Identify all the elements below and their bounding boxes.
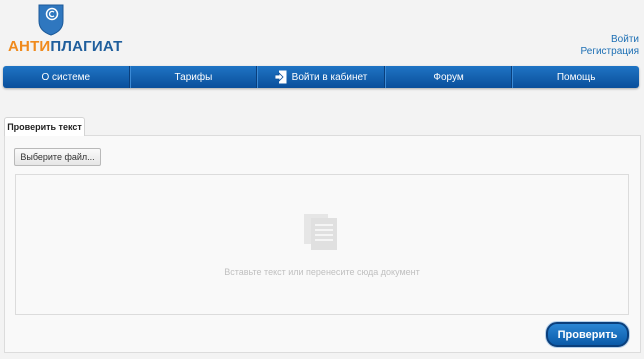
document-stack-icon xyxy=(303,213,339,256)
register-link[interactable]: Регистрация xyxy=(581,46,639,58)
check-panel: Выберите файл... Вставьте текст или пере… xyxy=(4,135,641,353)
login-arrow-icon xyxy=(274,70,287,84)
nav-item-about[interactable]: О системе xyxy=(3,66,130,88)
text-drop-area[interactable]: Вставьте текст или перенесите сюда докум… xyxy=(15,174,629,315)
main-nav: О системе Тарифы Войти в кабинет Форум П… xyxy=(3,66,639,88)
shield-copyright-icon xyxy=(38,4,64,41)
nav-item-login-cabinet[interactable]: Войти в кабинет xyxy=(257,66,385,88)
login-link[interactable]: Войти xyxy=(581,34,639,46)
nav-item-help[interactable]: Помощь xyxy=(512,66,639,88)
tab-check-text[interactable]: Проверить текст xyxy=(4,117,85,136)
nav-item-tariffs[interactable]: Тарифы xyxy=(129,66,258,88)
auth-links: Войти Регистрация xyxy=(581,34,639,58)
logo[interactable]: АНТИПЛАГИАТ xyxy=(8,4,122,55)
drop-placeholder: Вставьте текст или перенесите сюда докум… xyxy=(224,267,420,277)
check-button[interactable]: Проверить xyxy=(546,322,629,347)
choose-file-button[interactable]: Выберите файл... xyxy=(14,148,101,166)
nav-item-forum[interactable]: Форум xyxy=(384,66,513,88)
brand-name: АНТИПЛАГИАТ xyxy=(8,38,123,55)
